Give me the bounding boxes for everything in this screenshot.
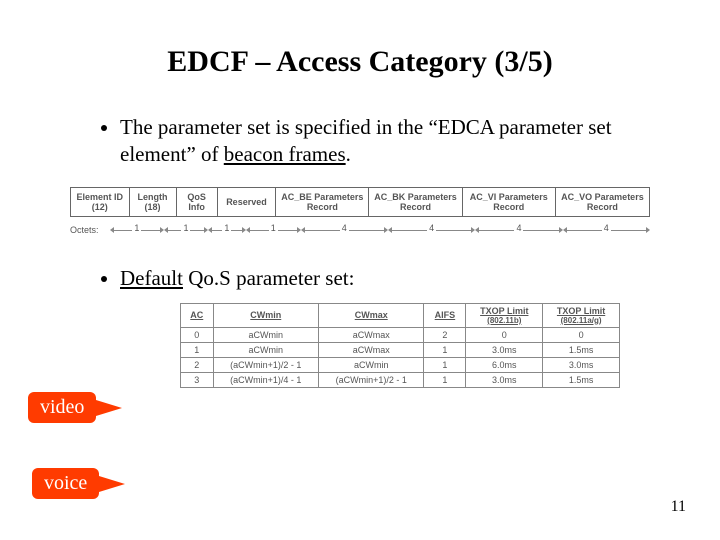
cell: (aCWmin+1)/2 - 1 (319, 372, 424, 387)
octet-arrow: 1 (110, 223, 165, 237)
bullet-1-underlined: beacon frames (224, 142, 346, 166)
bullet-1-text-c: . (346, 142, 351, 166)
cell: aCWmin (319, 357, 424, 372)
bullet-2: Default Qo.S parameter set: (120, 265, 680, 292)
table-header-row: AC CWmin CWmax AIFS TXOP Limit(802.11b) … (181, 303, 620, 327)
cell: (aCWmin+1)/2 - 1 (213, 357, 318, 372)
cell: 3 (181, 372, 214, 387)
th-cwmin: CWmin (213, 303, 318, 327)
cell: 1.5ms (543, 342, 620, 357)
page-number: 11 (671, 498, 686, 516)
field-length: Length (18) (130, 188, 177, 217)
field-ac-be: AC_BE Parameters Record (276, 188, 369, 217)
bullet-1: The parameter set is specified in the “E… (120, 114, 680, 169)
octet-val: 1 (132, 223, 141, 233)
cell: 3.0ms (543, 357, 620, 372)
cell: 1.5ms (543, 372, 620, 387)
octet-val: 4 (514, 223, 523, 233)
field-element-id: Element ID (12) (71, 188, 130, 217)
th-aifs: AIFS (424, 303, 466, 327)
cell: aCWmin (213, 342, 318, 357)
octet-arrow: 4 (388, 223, 475, 237)
octet-arrow: 1 (164, 223, 208, 237)
cell: 0 (543, 327, 620, 342)
octet-arrow: 4 (563, 223, 650, 237)
bullet-list-1: The parameter set is specified in the “E… (40, 114, 680, 169)
qos-table-wrap: AC CWmin CWmax AIFS TXOP Limit(802.11b) … (180, 303, 620, 388)
bullet-list-2: Default Qo.S parameter set: (40, 265, 680, 292)
th-txop-b-l1: TXOP Limit (480, 306, 528, 316)
octet-val: 4 (602, 223, 611, 233)
cell: 2 (181, 357, 214, 372)
octet-arrow: 1 (246, 223, 301, 237)
th-txop-ag: TXOP Limit(802.11a/g) (543, 303, 620, 327)
bullet-2-underlined: Default (120, 266, 183, 290)
field-row: Element ID (12) Length (18) QoS Info Res… (70, 187, 650, 218)
callout-video: video (28, 392, 96, 423)
octets-label: Octets: (70, 225, 110, 235)
bullet-2-text: Qo.S parameter set: (183, 266, 354, 290)
cell: 0 (466, 327, 543, 342)
table-row: 1 aCWmin aCWmax 1 3.0ms 1.5ms (181, 342, 620, 357)
cell: 3.0ms (466, 372, 543, 387)
cell: 3.0ms (466, 342, 543, 357)
cell: aCWmax (319, 327, 424, 342)
bullet-1-text-a: The parameter set is specified in the “E… (120, 115, 612, 166)
cell: 1 (424, 342, 466, 357)
field-ac-vo: AC_VO Parameters Record (556, 188, 649, 217)
th-ac: AC (181, 303, 214, 327)
octets-row: Octets: 1 1 1 1 4 4 4 4 (70, 223, 650, 237)
octet-val: 4 (340, 223, 349, 233)
cell: aCWmax (319, 342, 424, 357)
table-row: 0 aCWmin aCWmax 2 0 0 (181, 327, 620, 342)
table-row: 2 (aCWmin+1)/2 - 1 aCWmin 1 6.0ms 3.0ms (181, 357, 620, 372)
th-txop-ag-l1: TXOP Limit (557, 306, 605, 316)
cell: 0 (181, 327, 214, 342)
th-txop-b: TXOP Limit(802.11b) (466, 303, 543, 327)
cell: (aCWmin+1)/4 - 1 (213, 372, 318, 387)
cell: 6.0ms (466, 357, 543, 372)
octet-arrow: 1 (208, 223, 246, 237)
callout-voice: voice (32, 468, 99, 499)
cell: 2 (424, 327, 466, 342)
field-ac-vi: AC_VI Parameters Record (463, 188, 556, 217)
field-reserved: Reserved (218, 188, 277, 217)
qos-parameter-table: AC CWmin CWmax AIFS TXOP Limit(802.11b) … (180, 303, 620, 388)
th-cwmax: CWmax (319, 303, 424, 327)
cell: aCWmin (213, 327, 318, 342)
field-ac-bk: AC_BK Parameters Record (369, 188, 462, 217)
octet-arrow: 4 (301, 223, 388, 237)
octet-val: 4 (427, 223, 436, 233)
table-row: 3 (aCWmin+1)/4 - 1 (aCWmin+1)/2 - 1 1 3.… (181, 372, 620, 387)
octet-val: 1 (222, 223, 231, 233)
edca-element-diagram: Element ID (12) Length (18) QoS Info Res… (70, 187, 650, 238)
octet-arrow: 4 (475, 223, 562, 237)
octet-val: 1 (269, 223, 278, 233)
field-qos-info: QoS Info (177, 188, 218, 217)
cell: 1 (424, 357, 466, 372)
slide-title: EDCF – Access Category (3/5) (40, 45, 680, 79)
octet-val: 1 (181, 223, 190, 233)
th-txop-ag-l2: (802.11a/g) (549, 316, 613, 325)
cell: 1 (424, 372, 466, 387)
cell: 1 (181, 342, 214, 357)
slide: EDCF – Access Category (3/5) The paramet… (0, 0, 720, 540)
th-txop-b-l2: (802.11b) (472, 316, 536, 325)
